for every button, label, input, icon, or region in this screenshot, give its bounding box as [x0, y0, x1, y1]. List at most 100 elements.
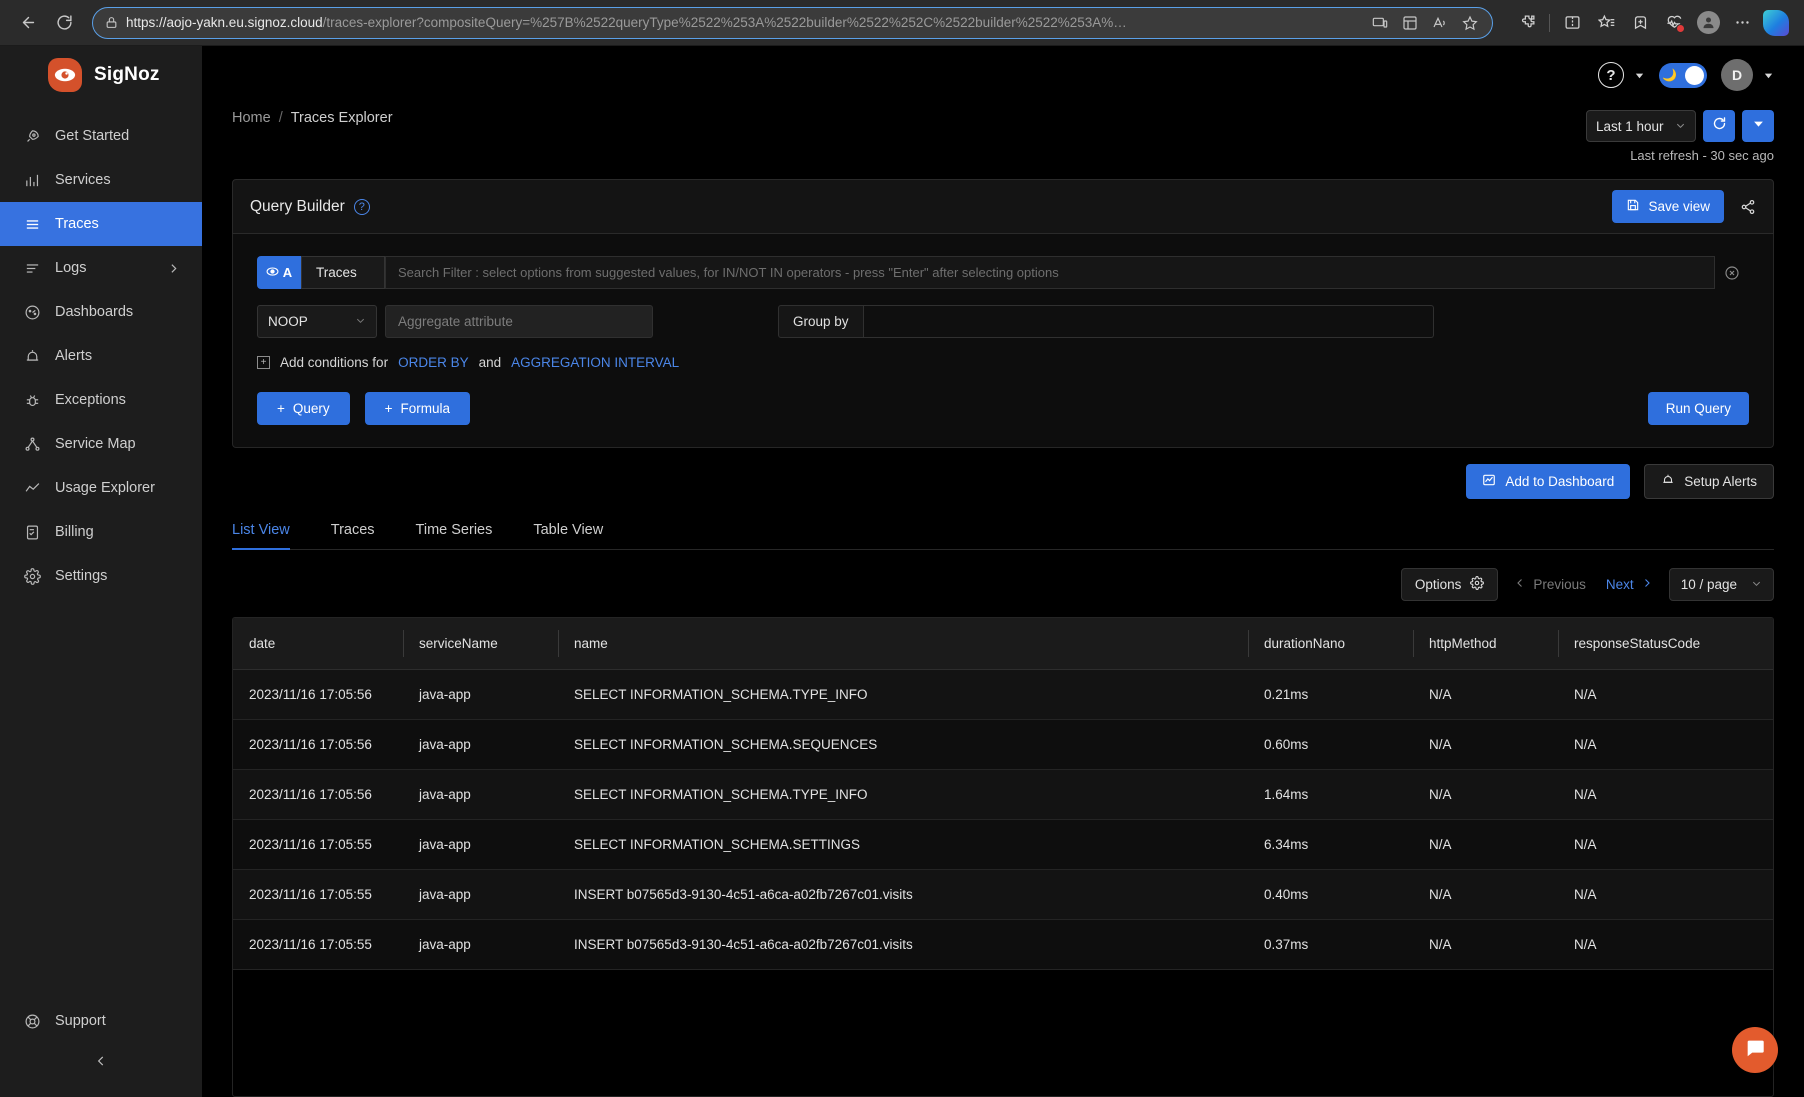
search-filter-input[interactable]: Search Filter : select options from sugg… [385, 256, 1715, 289]
cast-device-icon[interactable] [1366, 9, 1394, 37]
add-query-button[interactable]: + Query [257, 392, 350, 425]
gear-icon [1470, 576, 1485, 593]
bug-icon [24, 392, 41, 409]
group-by-input[interactable] [863, 305, 1434, 338]
profile-avatar[interactable] [1692, 7, 1724, 39]
notification-badge [1676, 23, 1685, 33]
query-row-a: A Traces Search Filter : select options … [257, 256, 1749, 289]
datasource-select[interactable]: Traces [301, 256, 385, 289]
question-circle-icon[interactable]: ? [353, 198, 370, 215]
tab-list-view[interactable]: List View [232, 511, 309, 550]
favorites-list-icon[interactable] [1590, 7, 1622, 39]
sidebar-item-logs[interactable]: Logs [0, 246, 202, 290]
cell-duration: 0.60ms [1248, 719, 1413, 770]
back-arrow-icon[interactable] [12, 7, 44, 39]
table-header-row: date serviceName name durationNano httpM… [233, 618, 1773, 670]
read-aloud-icon[interactable] [1426, 9, 1454, 37]
sidebar-item-alerts[interactable]: Alerts [0, 334, 202, 378]
split-screen-icon[interactable] [1556, 7, 1588, 39]
sidebar-item-services[interactable]: Services [0, 158, 202, 202]
refresh-button[interactable] [1703, 110, 1735, 142]
sidebar-item-get-started[interactable]: Get Started [0, 114, 202, 158]
favorite-star-icon[interactable] [1456, 9, 1484, 37]
sidebar-item-support[interactable]: Support [0, 999, 202, 1043]
previous-label: Previous [1533, 577, 1586, 592]
aggregate-attribute-input[interactable]: Aggregate attribute [385, 305, 653, 338]
sidebar-item-dashboards[interactable]: Dashboards [0, 290, 202, 334]
cell-status-code: N/A [1558, 819, 1773, 870]
collections-grid-icon[interactable] [1396, 9, 1424, 37]
run-query-button[interactable]: Run Query [1647, 392, 1749, 425]
column-header-date[interactable]: date [233, 618, 403, 670]
add-collection-icon[interactable] [1624, 7, 1656, 39]
cell-service: java-app [403, 869, 558, 920]
column-header-httpMethod[interactable]: httpMethod [1413, 618, 1558, 670]
sidebar-item-traces[interactable]: Traces [0, 202, 202, 246]
chevron-down-icon [355, 314, 366, 329]
share-icon[interactable] [1740, 199, 1756, 215]
group-by-label: Group by [778, 305, 864, 338]
page-header: Home / Traces Explorer Last 1 hour Last … [232, 104, 1774, 163]
order-by-link[interactable]: ORDER BY [398, 355, 469, 370]
options-button[interactable]: Options [1400, 568, 1499, 601]
column-header-name[interactable]: name [558, 618, 1248, 670]
previous-page-button[interactable]: Previous [1514, 577, 1586, 592]
table-row[interactable]: 2023/11/16 17:05:55 java-app INSERT b075… [233, 919, 1773, 970]
column-header-serviceName[interactable]: serviceName [403, 618, 558, 670]
aggregate-operator-select[interactable]: NOOP [257, 305, 377, 338]
sidebar-item-exceptions[interactable]: Exceptions [0, 378, 202, 422]
column-header-durationNano[interactable]: durationNano [1248, 618, 1413, 670]
setup-alerts-button[interactable]: Setup Alerts [1644, 464, 1774, 499]
browser-settings-more-icon[interactable] [1726, 7, 1758, 39]
bell-alert-icon [24, 348, 41, 365]
tab-traces[interactable]: Traces [331, 511, 394, 549]
tab-table-view[interactable]: Table View [533, 511, 622, 549]
copilot-icon[interactable] [1760, 7, 1792, 39]
table-row[interactable]: 2023/11/16 17:05:56 java-app SELECT INFO… [233, 719, 1773, 770]
brand-logo[interactable]: SigNoz [0, 46, 202, 104]
sidebar-item-usage-explorer[interactable]: Usage Explorer [0, 466, 202, 510]
add-formula-button[interactable]: + Formula [364, 392, 471, 425]
table-row[interactable]: 2023/11/16 17:05:55 java-app SELECT INFO… [233, 819, 1773, 870]
dashboard-icon [24, 304, 41, 321]
page-content: Home / Traces Explorer Last 1 hour Last … [202, 104, 1804, 1097]
time-range-select[interactable]: Last 1 hour [1586, 110, 1696, 142]
lock-icon [105, 16, 118, 29]
clear-circle-icon[interactable] [1715, 256, 1749, 289]
browser-essentials-icon[interactable] [1658, 7, 1690, 39]
dark-mode-toggle[interactable]: 🌙 [1659, 62, 1707, 88]
gear-icon [24, 567, 41, 585]
sidebar-item-settings[interactable]: Settings [0, 554, 202, 598]
per-page-select[interactable]: 10 / page [1668, 568, 1774, 601]
aggregation-interval-link[interactable]: AGGREGATION INTERVAL [511, 355, 679, 370]
expand-plus-icon[interactable]: + [257, 356, 270, 369]
column-header-responseStatusCode[interactable]: responseStatusCode [1558, 618, 1773, 670]
chat-bubble-icon [1744, 1037, 1766, 1064]
table-row[interactable]: 2023/11/16 17:05:56 java-app SELECT INFO… [233, 769, 1773, 820]
traces-table: date serviceName name durationNano httpM… [233, 618, 1773, 970]
save-view-button[interactable]: Save view [1612, 190, 1724, 223]
refresh-interval-dropdown[interactable] [1742, 110, 1774, 142]
time-range-value: Last 1 hour [1596, 118, 1664, 134]
cell-date: 2023/11/16 17:05:56 [233, 769, 403, 820]
table-row[interactable]: 2023/11/16 17:05:55 java-app INSERT b075… [233, 869, 1773, 920]
sidebar-collapse-button[interactable] [0, 1043, 202, 1083]
tab-time-series[interactable]: Time Series [416, 511, 512, 549]
user-menu[interactable]: D [1721, 59, 1774, 91]
table-row[interactable]: 2023/11/16 17:05:56 java-app SELECT INFO… [233, 669, 1773, 720]
extensions-icon[interactable] [1511, 7, 1543, 39]
query-toggle-a[interactable]: A [257, 256, 301, 289]
next-page-button[interactable]: Next [1606, 577, 1653, 592]
support-chat-button[interactable] [1732, 1027, 1778, 1073]
cell-status-code: N/A [1558, 669, 1773, 720]
add-to-dashboard-button[interactable]: Add to Dashboard [1466, 464, 1631, 499]
chevron-right-icon[interactable] [167, 262, 180, 275]
refresh-icon [1712, 116, 1727, 136]
address-bar[interactable]: https://aojo-yakn.eu.signoz.cloud/traces… [92, 6, 1493, 39]
help-menu[interactable]: ? [1598, 62, 1645, 88]
cell-status-code: N/A [1558, 919, 1773, 970]
sidebar-item-billing[interactable]: Billing [0, 510, 202, 554]
breadcrumb-home[interactable]: Home [232, 110, 271, 126]
sidebar-item-service-map[interactable]: Service Map [0, 422, 202, 466]
reload-icon[interactable] [48, 7, 80, 39]
